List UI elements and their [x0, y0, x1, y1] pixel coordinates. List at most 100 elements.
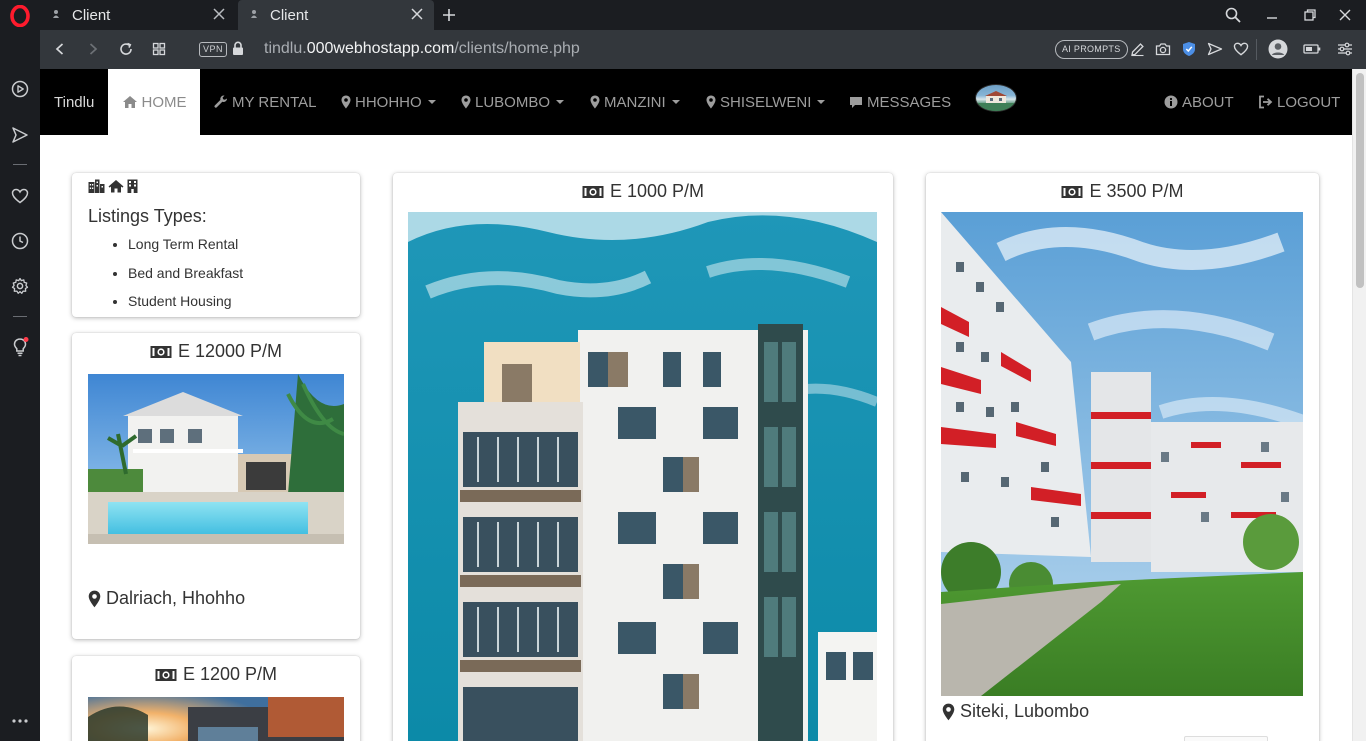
scrollbar-thumb[interactable]: [1356, 73, 1364, 288]
money-bill-icon: [1061, 185, 1083, 199]
tab-title: Client: [270, 6, 309, 24]
tab-strip: Client Client: [40, 0, 1366, 30]
map-marker-icon: [706, 95, 716, 109]
browser-tab[interactable]: Client: [40, 0, 236, 30]
settings-gear-icon[interactable]: [9, 275, 31, 297]
nav-logout[interactable]: LOGOUT: [1258, 69, 1340, 135]
history-icon[interactable]: [9, 230, 31, 252]
new-tab-plus-icon[interactable]: [440, 6, 458, 24]
bookmark-heart-icon[interactable]: [1232, 40, 1250, 58]
forward-arrow-icon[interactable]: [83, 39, 103, 59]
listing-photo-modern-house[interactable]: [88, 697, 344, 741]
listing-types-list: Long Term Rental Bed and Breakfast Stude…: [128, 233, 243, 319]
map-marker-icon: [590, 95, 600, 109]
nav-hhohho-label: HHOHHO: [355, 93, 422, 111]
ai-prompts-button[interactable]: AI PROMPTS: [1055, 40, 1128, 59]
tab-favicon-icon: [250, 9, 264, 22]
heart-icon[interactable]: [9, 185, 31, 207]
opera-logo-icon[interactable]: [9, 5, 31, 27]
close-tab-icon[interactable]: [212, 7, 226, 21]
tab-title: Client: [72, 6, 111, 24]
send-arrow-icon[interactable]: [1206, 40, 1224, 58]
home-icon: [122, 95, 138, 109]
toolbar-divider: [1256, 39, 1257, 60]
listing-type-item[interactable]: Bed and Breakfast: [128, 262, 243, 291]
caret-down-icon: [817, 100, 826, 104]
tab-grid-icon[interactable]: [149, 39, 169, 59]
nav-manzini-dropdown[interactable]: MANZINI: [590, 69, 680, 135]
listing-price-label: E 1200 P/M: [182, 664, 278, 684]
listing-location-label: Dalriach, Hhohho: [106, 588, 246, 608]
opera-sidebar: [0, 0, 40, 741]
url-path: /clients/home.php: [454, 40, 580, 57]
listing-location: Siteki, Lubombo: [942, 701, 1089, 722]
close-window-icon[interactable]: [1335, 5, 1355, 25]
back-arrow-icon[interactable]: [50, 39, 70, 59]
nav-about[interactable]: ABOUT: [1164, 69, 1234, 135]
city-icon: [88, 179, 105, 198]
nav-my-rental[interactable]: MY RENTAL: [214, 69, 316, 135]
caret-down-icon: [671, 100, 680, 104]
listing-price: E 1000 P/M: [393, 181, 893, 202]
profile-avatar-icon[interactable]: [1268, 39, 1288, 59]
search-tabs-icon[interactable]: [1223, 5, 1243, 25]
listing-location: Dalriach, Hhohho: [88, 588, 245, 609]
listing-photo-apartment-block[interactable]: [408, 212, 877, 741]
battery-saver-icon[interactable]: [1303, 40, 1321, 58]
page-scrollbar[interactable]: [1352, 69, 1366, 741]
listing-card[interactable]: E 12000 P/M Dalriach, Hhohho: [72, 333, 360, 639]
nav-logout-label: LOGOUT: [1277, 93, 1341, 111]
nav-hhohho-dropdown[interactable]: HHOHHO: [341, 69, 436, 135]
nav-home-label: HOME: [141, 93, 187, 111]
reload-icon[interactable]: [116, 39, 136, 59]
map-marker-icon: [88, 590, 101, 608]
sidebar-divider: [13, 316, 27, 317]
lock-icon[interactable]: [232, 41, 244, 61]
listing-card[interactable]: E 3500 P/M Siteki, Lubombo: [926, 173, 1319, 741]
restore-window-icon[interactable]: [1300, 5, 1320, 25]
nav-messages-label: MESSAGES: [867, 93, 952, 111]
send-icon[interactable]: [9, 124, 31, 146]
wrench-icon: [214, 95, 228, 109]
site-logo-image[interactable]: [975, 84, 1017, 112]
vpn-badge[interactable]: VPN: [199, 42, 228, 57]
more-options-icon[interactable]: [9, 710, 31, 732]
listing-price-label: E 12000 P/M: [177, 341, 283, 361]
listing-type-item[interactable]: Student Housing: [128, 290, 243, 319]
easy-setup-pencil-icon[interactable]: [1128, 40, 1146, 58]
listing-types-card: Listings Types: Long Term Rental Bed and…: [72, 173, 360, 317]
nav-messages[interactable]: MESSAGES: [849, 69, 951, 135]
nav-shiselweni-dropdown[interactable]: SHISELWENI: [706, 69, 826, 135]
browser-tab-active[interactable]: Client: [238, 0, 434, 30]
nav-about-label: ABOUT: [1182, 93, 1234, 111]
money-bill-icon: [150, 345, 172, 359]
listing-type-item[interactable]: Long Term Rental: [128, 233, 243, 262]
minimize-window-icon[interactable]: [1262, 5, 1282, 25]
nav-lubombo-dropdown[interactable]: LUBOMBO: [461, 69, 565, 135]
tab-favicon-icon: [52, 9, 66, 22]
listing-photo-pool-house[interactable]: [88, 374, 344, 544]
hosting-badge[interactable]: [1184, 736, 1268, 741]
listing-card[interactable]: E 1000 P/M: [393, 173, 893, 741]
map-marker-icon: [942, 703, 955, 721]
building-icon: [127, 179, 138, 198]
listing-location-label: Siteki, Lubombo: [960, 701, 1090, 721]
easy-setup-menu-icon[interactable]: [1336, 40, 1354, 58]
camera-snapshot-icon[interactable]: [1154, 40, 1172, 58]
close-tab-icon[interactable]: [410, 7, 424, 21]
map-marker-icon: [341, 95, 351, 109]
listing-photo-highrise-towers[interactable]: [941, 212, 1303, 696]
nav-my-rental-label: MY RENTAL: [232, 93, 317, 111]
url-host: 000webhostapp.com: [306, 40, 455, 57]
url-field[interactable]: tindlu.000webhostapp.com/clients/home.ph…: [264, 40, 580, 58]
brand-link[interactable]: Tindlu: [54, 69, 94, 135]
sign-out-icon: [1258, 95, 1273, 109]
nav-home[interactable]: HOME: [108, 69, 200, 135]
lightbulb-icon[interactable]: [9, 336, 31, 358]
player-icon[interactable]: [9, 78, 31, 100]
listing-card[interactable]: E 1200 P/M: [72, 656, 360, 741]
listing-price: E 3500 P/M: [926, 181, 1319, 202]
address-toolbar: VPN tindlu.000webhostapp.com/clients/hom…: [40, 30, 1366, 69]
shield-adblock-icon[interactable]: [1180, 40, 1198, 58]
money-bill-icon: [582, 185, 604, 199]
